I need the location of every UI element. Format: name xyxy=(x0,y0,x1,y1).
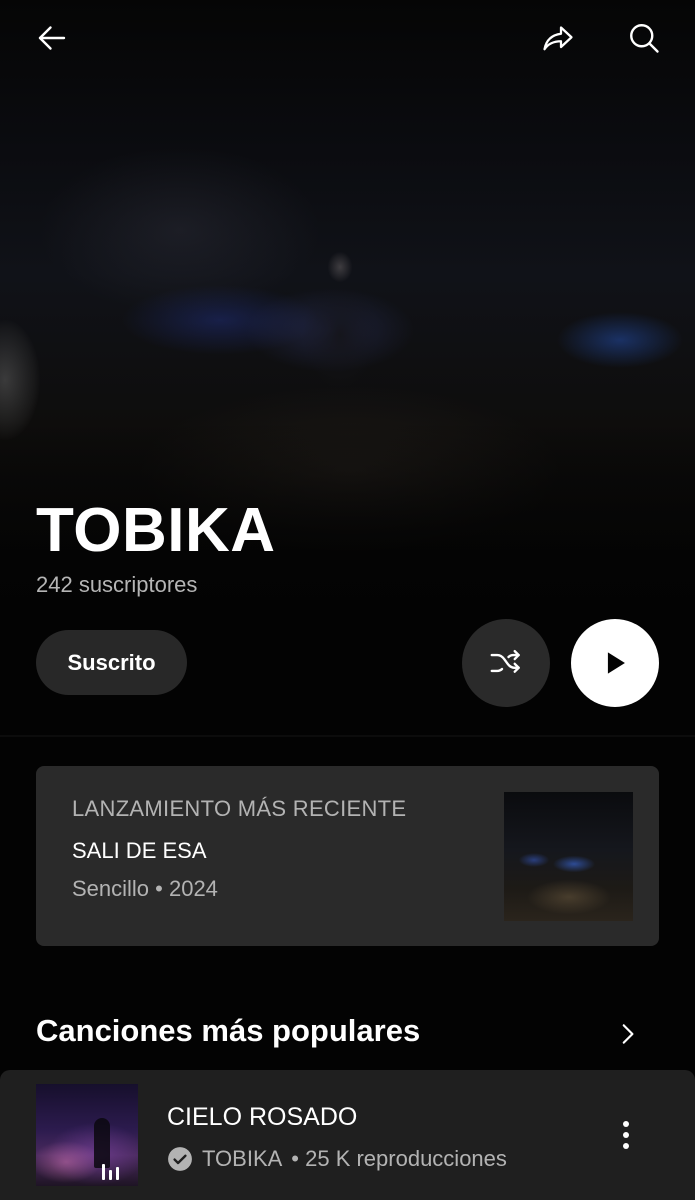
latest-release-title: SALI DE ESA xyxy=(72,838,207,863)
section-divider xyxy=(0,735,695,737)
share-icon xyxy=(543,26,573,51)
share-button[interactable] xyxy=(534,14,582,62)
hero-figure-shape xyxy=(290,245,390,395)
chevron-right-icon xyxy=(622,1024,634,1044)
subscribed-button[interactable]: Suscrito xyxy=(36,630,187,695)
top-bar xyxy=(0,0,695,80)
more-vertical-icon xyxy=(623,1121,629,1149)
song-subtitle: TOBIKA • 25 K reproducciones xyxy=(167,1146,507,1172)
equalizer-playing-icon xyxy=(102,1160,130,1180)
search-icon xyxy=(630,24,659,53)
play-button[interactable] xyxy=(571,619,659,707)
latest-release-thumbnail xyxy=(504,792,633,921)
play-icon xyxy=(607,652,625,674)
latest-release-meta: Sencillo • 2024 xyxy=(72,876,218,901)
artist-page: TOBIKA 242 suscriptores Suscrito LANZAMI… xyxy=(0,0,695,1200)
verified-check-icon xyxy=(167,1146,193,1172)
song-plays: • 25 K reproducciones xyxy=(291,1146,507,1171)
popular-songs-more-button[interactable] xyxy=(608,1014,646,1054)
song-artist: TOBIKA xyxy=(202,1146,283,1171)
back-button[interactable] xyxy=(28,14,76,62)
popular-songs-title[interactable]: Canciones más populares xyxy=(36,1013,420,1049)
shuffle-button[interactable] xyxy=(462,619,550,707)
song-title: CIELO ROSADO xyxy=(167,1103,358,1131)
artist-name: TOBIKA xyxy=(36,496,276,565)
subscriber-count: 242 suscriptores xyxy=(36,572,198,597)
latest-release-kicker: LANZAMIENTO MÁS RECIENTE xyxy=(72,796,407,821)
shuffle-icon xyxy=(490,649,520,673)
song-row[interactable]: CIELO ROSADO TOBIKA • 25 K reproduccione… xyxy=(0,1070,695,1200)
song-thumbnail xyxy=(36,1084,138,1186)
search-button[interactable] xyxy=(620,14,668,62)
song-more-button[interactable] xyxy=(606,1115,646,1155)
latest-release-card[interactable]: LANZAMIENTO MÁS RECIENTE SALI DE ESA Sen… xyxy=(36,766,659,946)
arrow-back-icon xyxy=(38,26,66,50)
